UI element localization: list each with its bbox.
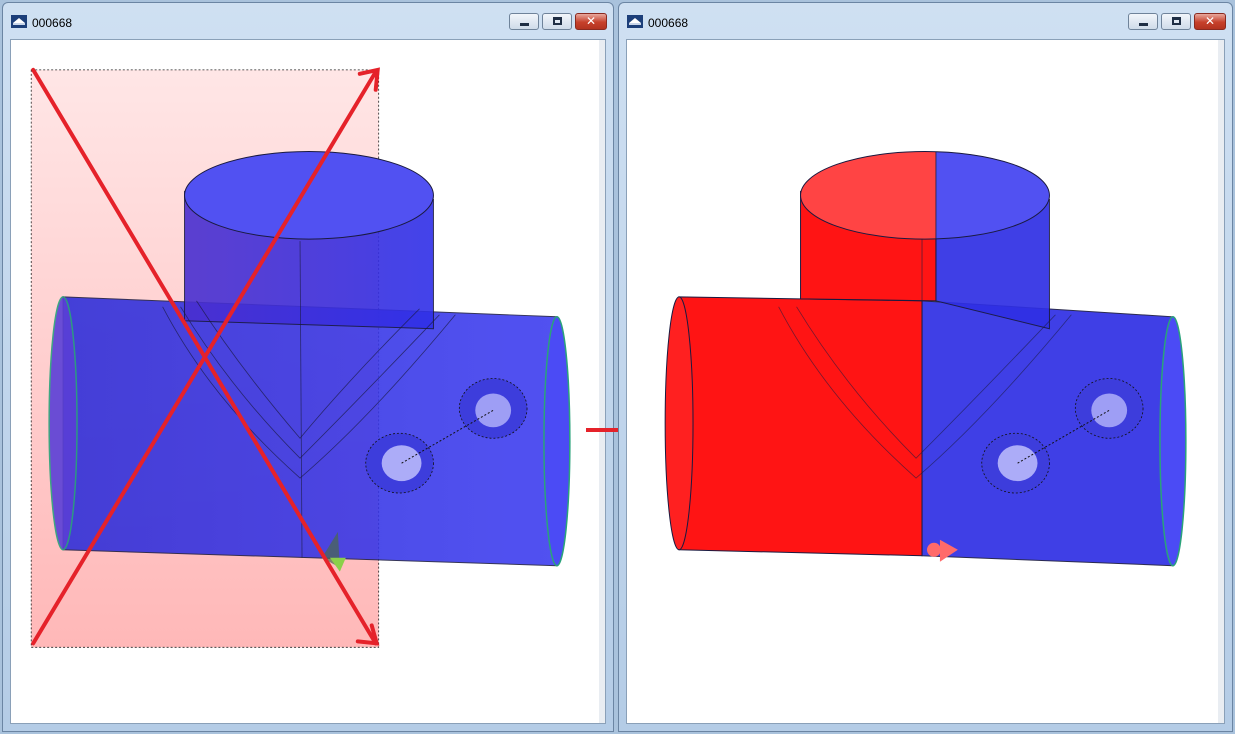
minimize-button[interactable] <box>1128 13 1158 30</box>
left-model-window[interactable]: 000668 ✕ <box>2 2 614 732</box>
minimize-button[interactable] <box>509 13 539 30</box>
minimize-icon <box>520 23 529 26</box>
close-icon: ✕ <box>1204 14 1216 28</box>
viewport-area[interactable] <box>626 39 1225 724</box>
minimize-icon <box>1139 23 1148 26</box>
maximize-button[interactable] <box>542 13 572 30</box>
window-title: 000668 <box>648 16 689 30</box>
vertical-scrollbar[interactable] <box>1218 40 1224 723</box>
title-bar[interactable]: 000668 ✕ <box>3 3 613 39</box>
maximize-icon <box>1172 17 1181 25</box>
model-viewport[interactable] <box>627 40 1224 723</box>
close-icon: ✕ <box>585 14 597 28</box>
window-title: 000668 <box>32 16 73 30</box>
app-logo-icon <box>627 15 643 28</box>
title-bar[interactable]: 000668 ✕ <box>619 3 1232 39</box>
model-viewport[interactable] <box>11 40 605 723</box>
vertical-scrollbar[interactable] <box>599 40 605 723</box>
close-button[interactable]: ✕ <box>1194 13 1226 30</box>
right-model-window[interactable]: 000668 ✕ <box>618 2 1233 732</box>
viewport-area[interactable] <box>10 39 606 724</box>
app-logo-icon <box>11 15 27 28</box>
close-button[interactable]: ✕ <box>575 13 607 30</box>
maximize-button[interactable] <box>1161 13 1191 30</box>
pipe-tee-model-selected <box>664 151 1187 567</box>
maximize-icon <box>553 17 562 25</box>
